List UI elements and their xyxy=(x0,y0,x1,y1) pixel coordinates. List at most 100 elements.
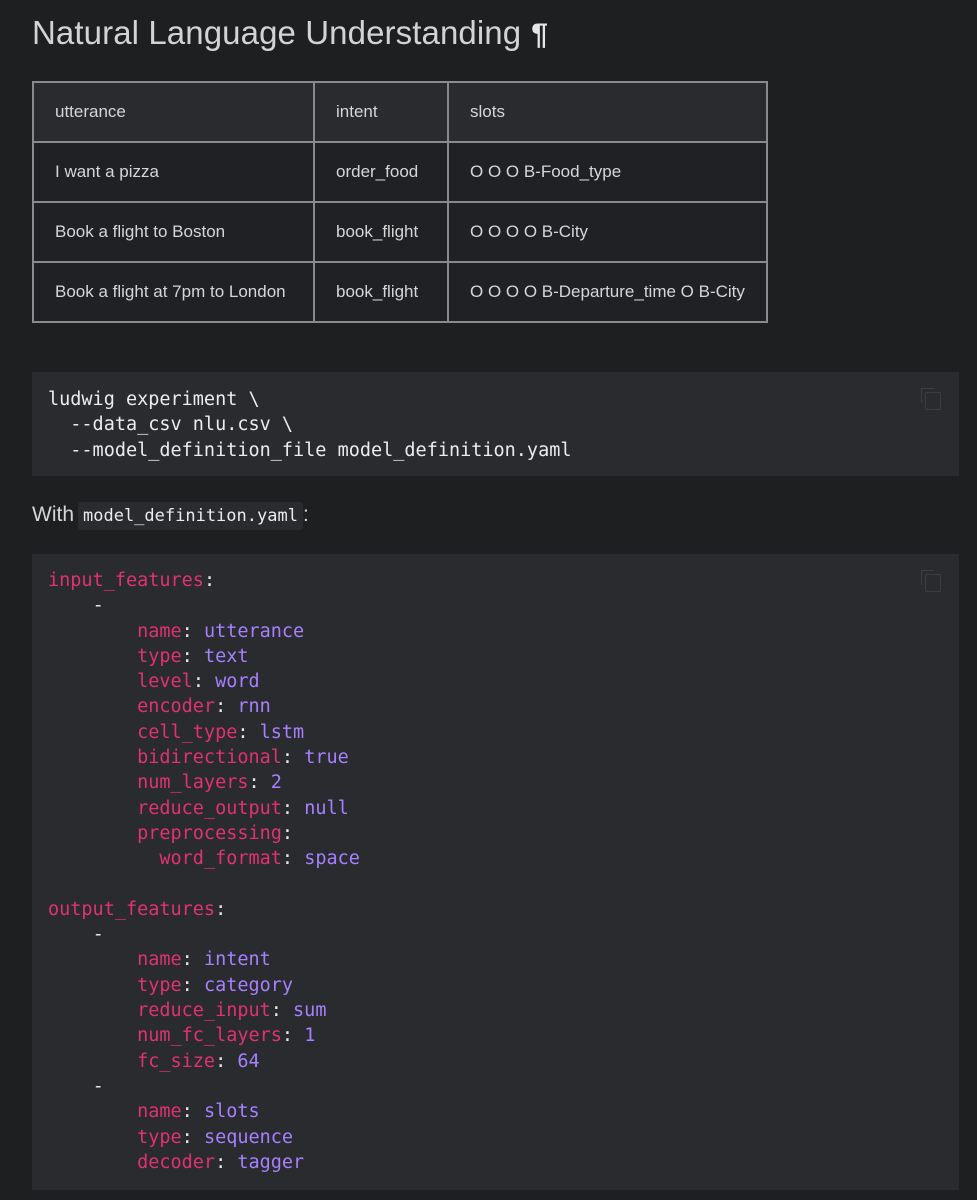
yaml-colon: : xyxy=(192,671,204,693)
yaml-indent xyxy=(48,1000,137,1021)
yaml-indent xyxy=(48,1025,137,1046)
yaml-colon: : xyxy=(281,797,294,819)
cell-intent: book_flight xyxy=(313,261,449,323)
cell-utterance: Book a flight to Boston xyxy=(32,201,315,263)
yaml-line: type: category xyxy=(48,975,293,996)
yaml-line: - xyxy=(48,924,104,945)
command-code: ludwig experiment \ --data_csv nlu.csv \… xyxy=(48,387,959,463)
yaml-indent xyxy=(48,671,137,692)
copy-icon[interactable] xyxy=(921,570,941,592)
yaml-colon: : xyxy=(181,1101,193,1123)
yaml-key: decoder xyxy=(137,1151,216,1173)
yaml-value: null xyxy=(304,797,349,819)
code-line: --data_csv nlu.csv \ xyxy=(48,414,294,436)
yaml-key: num_layers xyxy=(137,772,249,794)
yaml-line: - xyxy=(48,1076,104,1097)
yaml-colon: : xyxy=(281,822,294,844)
yaml-value: 64 xyxy=(237,1050,260,1072)
anchor-link-icon[interactable]: ¶ xyxy=(531,18,548,51)
yaml-indent xyxy=(48,646,137,667)
yaml-list-dash: - xyxy=(92,924,104,946)
yaml-key: encoder xyxy=(137,696,216,718)
yaml-line: type: sequence xyxy=(48,1127,293,1148)
yaml-indent xyxy=(48,595,93,616)
yaml-indent xyxy=(48,798,137,819)
cell-utterance: I want a pizza xyxy=(32,141,315,203)
command-code-block: ludwig experiment \ --data_csv nlu.csv \… xyxy=(32,372,959,476)
nlu-data-table: utterance intent slots I want a pizza or… xyxy=(32,81,768,323)
yaml-line: name: slots xyxy=(48,1101,260,1122)
yaml-value: category xyxy=(203,974,294,996)
yaml-value: 2 xyxy=(270,772,282,794)
yaml-colon: : xyxy=(203,570,216,591)
yaml-colon: : xyxy=(181,1126,193,1148)
table-row: I want a pizza order_food O O O B-Food_t… xyxy=(32,141,768,203)
yaml-key: type xyxy=(137,645,182,667)
yaml-line: input_features: xyxy=(48,570,215,591)
column-header-slots: slots xyxy=(447,81,768,143)
yaml-colon: : xyxy=(181,620,193,642)
column-header-intent: intent xyxy=(313,81,449,143)
page-title: Natural Language Understanding ¶ xyxy=(32,14,548,52)
yaml-key: reduce_input xyxy=(137,1000,271,1022)
yaml-indent xyxy=(48,823,137,844)
yaml-line: preprocessing: xyxy=(48,823,293,844)
yaml-key: word_format xyxy=(159,848,282,870)
yaml-colon: : xyxy=(215,696,227,718)
yaml-colon: : xyxy=(181,974,193,996)
copy-icon[interactable] xyxy=(921,388,941,410)
yaml-colon: : xyxy=(215,1151,227,1173)
yaml-value: space xyxy=(304,848,360,870)
yaml-indent xyxy=(48,1152,137,1173)
yaml-line: num_layers: 2 xyxy=(48,772,282,793)
cell-slots: O O O B-Food_type xyxy=(447,141,768,203)
yaml-colon: : xyxy=(281,747,294,769)
yaml-line: type: text xyxy=(48,645,249,667)
yaml-value: lstm xyxy=(259,721,305,743)
yaml-value: text xyxy=(203,645,249,667)
code-line: ludwig experiment \ xyxy=(48,389,260,410)
yaml-line: bidirectional: true xyxy=(48,747,349,768)
cell-slots: O O O O B-Departure_time O B-City xyxy=(447,261,768,323)
yaml-key: fc_size xyxy=(137,1050,216,1072)
yaml-colon: : xyxy=(270,1000,282,1022)
yaml-indent xyxy=(48,747,137,768)
yaml-indent xyxy=(48,1051,137,1072)
yaml-value: rnn xyxy=(237,696,271,718)
yaml-indent xyxy=(48,1101,137,1122)
yaml-line: cell_type: lstm xyxy=(48,722,304,743)
yaml-key: num_fc_layers xyxy=(137,1025,282,1047)
yaml-indent xyxy=(48,1127,137,1148)
cell-slots: O O O O B-City xyxy=(447,201,768,263)
yaml-colon: : xyxy=(281,848,294,870)
yaml-code-block: input_features: - name: utterance type: … xyxy=(32,554,959,1190)
yaml-value: tagger xyxy=(237,1151,305,1173)
yaml-colon: : xyxy=(281,1025,294,1047)
yaml-key: name xyxy=(137,620,182,642)
yaml-key: reduce_output xyxy=(137,797,282,819)
yaml-key: preprocessing xyxy=(137,822,282,844)
yaml-indent xyxy=(48,924,93,945)
table-header-row: utterance intent slots xyxy=(32,81,768,143)
yaml-value: utterance xyxy=(203,620,305,642)
yaml-line: encoder: rnn xyxy=(48,696,271,717)
yaml-line: reduce_output: null xyxy=(48,798,349,819)
yaml-key: type xyxy=(137,1126,182,1148)
yaml-key: name xyxy=(137,949,182,971)
yaml-key: type xyxy=(137,974,182,996)
yaml-key: name xyxy=(137,1101,182,1123)
table-row: Book a flight at 7pm to London book_flig… xyxy=(32,261,768,323)
yaml-indent xyxy=(48,949,137,970)
yaml-code: input_features: - name: utterance type: … xyxy=(48,568,959,1175)
yaml-line: reduce_input: sum xyxy=(48,1000,326,1021)
inline-code-filename: model_definition.yaml xyxy=(78,502,303,530)
yaml-indent xyxy=(48,848,159,869)
yaml-line: word_format: space xyxy=(48,848,360,869)
yaml-key: level xyxy=(137,671,193,693)
yaml-line: decoder: tagger xyxy=(48,1152,304,1173)
yaml-line: name: intent xyxy=(48,949,271,970)
code-line: --model_definition_file model_definition… xyxy=(48,439,572,461)
yaml-indent xyxy=(48,696,137,717)
yaml-value: sequence xyxy=(203,1126,294,1148)
with-model-definition-text: With model_definition.yaml: xyxy=(32,502,309,530)
